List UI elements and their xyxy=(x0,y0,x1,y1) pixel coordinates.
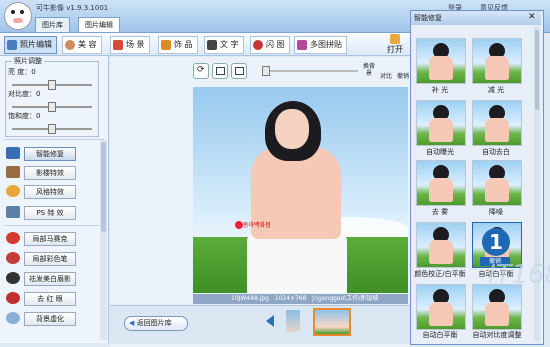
photo-edit-button[interactable]: 照片编辑 xyxy=(4,36,57,54)
fix-label: 自动去白 xyxy=(482,148,510,156)
brightness-slider[interactable] xyxy=(12,80,92,90)
open-icon xyxy=(390,34,400,44)
contrast-slider[interactable] xyxy=(12,102,92,112)
style-effect-icon xyxy=(6,185,20,197)
fix-label: 补 光 xyxy=(431,86,449,94)
divider xyxy=(4,139,104,140)
open-button[interactable]: 打开 xyxy=(382,33,408,55)
fix-tile-reduce-light[interactable] xyxy=(472,38,522,84)
studio-effect-button[interactable]: 影楼特效 xyxy=(24,166,76,180)
photo-skirt xyxy=(247,233,347,293)
whiten-icon xyxy=(6,272,20,284)
beauty-button[interactable]: 美 容 xyxy=(62,36,102,54)
image-info-bar: 10JW448.jpg 1024×768 J:\genggao\工作\新加坡 xyxy=(193,294,408,304)
app-logo-icon xyxy=(4,2,32,30)
fit-view-button[interactable] xyxy=(212,63,228,79)
close-icon[interactable]: ✕ xyxy=(528,12,538,22)
adjust-legend: 照片调整 xyxy=(12,56,44,66)
filmstrip-thumbnail[interactable] xyxy=(286,310,300,332)
tab-image-library[interactable]: 图片库 xyxy=(35,17,70,32)
divider xyxy=(4,225,104,226)
monitor-icon xyxy=(216,67,225,75)
blur-bg-icon xyxy=(6,312,20,324)
actual-size-button[interactable] xyxy=(231,63,247,79)
ps-effect-button[interactable]: PS 特 效 xyxy=(24,206,76,220)
brand-logo-text: 동아백화점 xyxy=(243,222,271,229)
rotate-button[interactable]: ⟳ xyxy=(193,63,209,79)
zoom-slider-thumb[interactable] xyxy=(262,66,270,76)
accessory-button[interactable]: 饰 品 xyxy=(158,36,198,54)
photo-edit-icon xyxy=(7,40,17,50)
fix-label: 减 光 xyxy=(487,86,505,94)
flash-icon xyxy=(253,40,263,50)
color-pen-icon xyxy=(6,252,20,264)
undo-button[interactable]: 撤销 xyxy=(397,71,409,80)
collage-icon xyxy=(297,40,307,50)
mosaic-button[interactable]: 局部马赛克 xyxy=(24,232,76,246)
back-arrow-icon: ◀ xyxy=(129,319,135,327)
red-eye-button[interactable]: 去 红 眼 xyxy=(24,292,76,306)
edited-photo: 동아백화점 xyxy=(193,87,408,293)
mosaic-icon xyxy=(6,232,20,244)
whiten-button[interactable]: 祛发美白眉影 xyxy=(24,272,76,286)
fix-tile-dehaze[interactable] xyxy=(416,160,466,206)
fix-label: 降噪 xyxy=(489,208,503,216)
image-icon xyxy=(235,67,244,75)
fix-tile-auto-contrast[interactable] xyxy=(472,284,522,330)
app-title: 可牛影像 v1.9.3.1001 xyxy=(36,4,109,12)
scene-button[interactable]: 场 景 xyxy=(110,36,150,54)
left-scrollbar-thumb[interactable] xyxy=(101,142,106,232)
beauty-icon xyxy=(65,40,75,50)
blur-bg-button[interactable]: 背景虚化 xyxy=(24,312,76,326)
fix-tile-auto-exposure[interactable] xyxy=(416,100,466,146)
panel-scrollbar-thumb[interactable] xyxy=(535,30,539,110)
saturation-slider[interactable] xyxy=(12,124,92,134)
zoom-slider[interactable] xyxy=(262,66,358,76)
contrast-label: 对比度：0 xyxy=(8,90,41,98)
fix-tile-denoise[interactable] xyxy=(472,160,522,206)
collage-button[interactable]: 多图拼贴 xyxy=(294,36,347,54)
filmstrip-thumbnail-selected[interactable] xyxy=(313,308,351,336)
smart-fix-panel-title: 智能修复 xyxy=(411,11,541,25)
color-pen-button[interactable]: 局部彩色笔 xyxy=(24,252,76,266)
scene-icon xyxy=(113,40,123,50)
saturation-label: 饱和度：0 xyxy=(8,112,41,120)
prev-image-arrow-icon[interactable] xyxy=(266,315,274,327)
text-icon xyxy=(207,40,217,50)
rotate-icon: ⟳ xyxy=(197,65,205,75)
style-effect-button[interactable]: 风格特效 xyxy=(24,185,76,199)
fix-label: 自动白平衡 xyxy=(422,331,458,339)
fix-tile-auto-white-balance-2[interactable] xyxy=(416,284,466,330)
ps-effect-icon xyxy=(6,206,20,218)
fix-tile-fill-light[interactable] xyxy=(416,38,466,84)
compare-button[interactable]: 对比 xyxy=(380,71,392,80)
brightness-slider-thumb[interactable] xyxy=(48,80,56,90)
smart-fix-icon xyxy=(6,147,20,159)
fix-label: 去 雾 xyxy=(431,208,449,216)
undo-count-badge: 1 xyxy=(482,228,510,256)
smart-fix-button[interactable]: 智能修复 xyxy=(24,147,76,161)
text-button[interactable]: 文 字 xyxy=(204,36,244,54)
fix-label: 颜色校正/白平衡 xyxy=(414,270,466,278)
contrast-slider-thumb[interactable] xyxy=(48,102,56,112)
back-to-library-button[interactable]: ◀ 返回图片库 xyxy=(124,316,188,331)
flash-button[interactable]: 闪 图 xyxy=(250,36,290,54)
accessory-icon xyxy=(161,40,171,50)
photo-face xyxy=(275,109,309,149)
tab-image-edit[interactable]: 图片编辑 xyxy=(78,17,120,32)
watermark: IT168 xyxy=(488,260,550,290)
fix-tile-color-correct[interactable] xyxy=(416,222,466,268)
fix-label: 自动曝光 xyxy=(426,148,454,156)
red-eye-icon xyxy=(6,292,20,304)
change-background-button[interactable]: 换背景 xyxy=(362,63,376,79)
saturation-slider-thumb[interactable] xyxy=(48,124,56,134)
brightness-label: 亮 度：0 xyxy=(8,68,36,76)
fix-label: 自动对比度调整 xyxy=(472,331,522,339)
fix-tile-auto-white[interactable] xyxy=(472,100,522,146)
studio-effect-icon xyxy=(6,166,20,178)
